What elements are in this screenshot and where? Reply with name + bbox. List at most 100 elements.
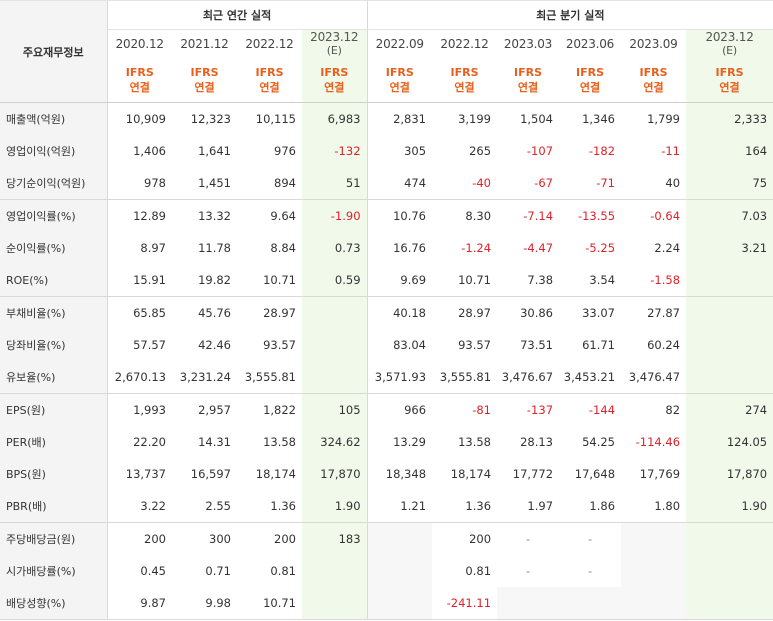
row-header-label: 주요재무정보: [0, 0, 107, 103]
annual-period-header: 2023.12 (E): [302, 29, 368, 58]
data-cell: 8.97: [106, 232, 172, 264]
data-cell: 17,648: [574, 467, 616, 481]
row-label: 매출액(억원): [0, 102, 107, 135]
table-row: 주당배당금(원) 200 300 200 183 200- -: [0, 522, 773, 555]
data-cell: 10,909: [106, 102, 172, 135]
data-cell: [366, 587, 433, 620]
data-cell: 61.71: [582, 338, 616, 352]
data-cell: 16,597: [190, 467, 231, 481]
data-cell: 3,453.21: [563, 370, 616, 384]
data-cell: [366, 522, 433, 555]
quarter-period-header: 2023.09: [621, 30, 686, 59]
data-cell: -1.58: [650, 273, 681, 287]
table-row: PER(배) 22.20 14.31 13.58 324.62 13.29 13.58 28.…: [0, 426, 773, 458]
data-cell: 1.97: [527, 499, 554, 513]
data-cell: 10.71: [458, 273, 492, 287]
data-cell: 3.54: [589, 273, 616, 287]
ifrs-line: IFRS: [190, 66, 219, 79]
data-cell: -144: [559, 393, 622, 426]
data-cell: [302, 555, 368, 587]
data-cell: -7.14: [497, 199, 560, 232]
data-cell: -132: [302, 135, 368, 167]
data-cell: 1,346: [582, 112, 616, 126]
data-cell: 8.30: [432, 199, 498, 232]
data-cell: -11: [661, 144, 681, 158]
data-cell: 19.82: [198, 273, 231, 287]
data-cell: 1,799: [647, 112, 681, 126]
period-label: 2022.12: [440, 37, 489, 51]
data-cell: 73.51: [520, 338, 554, 352]
ifrs-line: IFRS: [125, 66, 154, 79]
data-cell: 183: [302, 522, 368, 555]
data-cell: [686, 296, 773, 329]
data-cell: 12,323: [190, 112, 231, 126]
row-label: EPS(원): [0, 393, 107, 426]
data-cell: 13,737: [106, 458, 172, 490]
data-cell: 28.97: [237, 296, 302, 329]
ifrs-line: IFRS: [255, 66, 284, 79]
data-cell: 1.80: [654, 499, 681, 513]
row-label: PER(배): [0, 426, 107, 458]
data-cell: 105: [302, 393, 368, 426]
data-cell: -40: [472, 176, 492, 190]
consolidated-line: 연결: [579, 81, 601, 94]
table-row: 당좌비율(%) 57.57 42.46 93.57 83.04 93.57 73.51 61.…: [0, 329, 773, 361]
table-row: 순이익률(%) 8.97 11.78 8.84 0.73 16.76 -1.24 -4.47 -…: [0, 232, 773, 264]
row-label: BPS(원): [0, 458, 107, 490]
table-row: 시가배당률(%) 0.45 0.71 0.81 0.81 - -: [0, 555, 773, 587]
ifrs-basis-label: IFRS 연결: [432, 58, 498, 103]
data-cell: [686, 587, 773, 620]
ifrs-header-row: IFRS 연결 IFRS 연결 IFRS 연결 IFRS 연결 IFRS 연결 IFRS 연결 IFRS…: [0, 58, 773, 103]
consolidated-line: 연결: [194, 81, 215, 94]
data-cell: 0.81: [270, 564, 296, 578]
data-cell: 40: [665, 176, 681, 190]
data-cell: 13.58: [263, 435, 296, 449]
data-cell: 18,174: [450, 467, 492, 481]
data-cell: 7.03: [686, 199, 773, 232]
ifrs-line: IFRS: [639, 66, 668, 79]
annual-period-header: 2020.12: [106, 29, 172, 58]
data-cell: 18,174: [255, 467, 296, 481]
data-cell: [497, 587, 560, 620]
row-label: 순이익률(%): [0, 232, 107, 264]
ifrs-line: IFRS: [385, 66, 414, 79]
table-row: 매출액(억원) 10,909 12,323 10,115 6,983 2,831 3,199…: [0, 102, 773, 135]
annual-period-header: 2022.12: [237, 30, 302, 59]
period-label: 2022.12: [245, 37, 294, 51]
data-cell: 11.78: [198, 241, 231, 255]
data-cell: 8.84: [270, 241, 296, 255]
data-cell: 3,476.47: [628, 370, 681, 384]
period-label: 2022.09: [375, 37, 424, 51]
ifrs-basis-label: IFRS 연결: [172, 58, 237, 103]
data-cell: 1.86: [589, 499, 616, 513]
data-cell: 83.04: [366, 329, 433, 361]
data-cell: 200: [432, 522, 498, 555]
ifrs-line: IFRS: [715, 66, 744, 79]
ifrs-basis-label: IFRS 연결: [621, 58, 687, 103]
data-cell: -137: [497, 393, 560, 426]
row-label: 영업이익률(%): [0, 199, 107, 232]
data-cell: 22.20: [106, 426, 172, 458]
quarter-period-header: 2023.03: [497, 30, 559, 59]
row-label: 영업이익(억원): [0, 135, 107, 167]
data-cell: 274: [686, 393, 773, 426]
data-cell: 1.36: [270, 499, 296, 513]
data-cell: 3.21: [686, 232, 773, 264]
data-cell: 1,504: [520, 112, 554, 126]
data-cell: 300: [172, 522, 237, 555]
quarter-period-header: 2022.09: [366, 29, 433, 58]
data-cell: -81: [432, 393, 498, 426]
row-label: 유보율(%): [0, 361, 107, 394]
row-label: 당좌비율(%): [0, 329, 107, 361]
data-cell: 200: [237, 522, 302, 555]
data-cell: -67: [534, 176, 554, 190]
data-cell: [559, 587, 622, 620]
table-row: BPS(원) 13,737 16,597 18,174 17,870 18,348 18,1…: [0, 458, 773, 490]
data-cell: 0.81: [465, 564, 492, 578]
data-cell: 978: [106, 167, 172, 200]
data-cell: 40.18: [366, 296, 433, 329]
table-row: ROE(%) 15.91 19.82 10.71 0.59 9.69 10.71 7.38 3.…: [0, 264, 773, 297]
data-cell: 894: [274, 176, 296, 190]
data-cell: 1.90: [302, 490, 368, 523]
data-cell: [686, 555, 773, 587]
